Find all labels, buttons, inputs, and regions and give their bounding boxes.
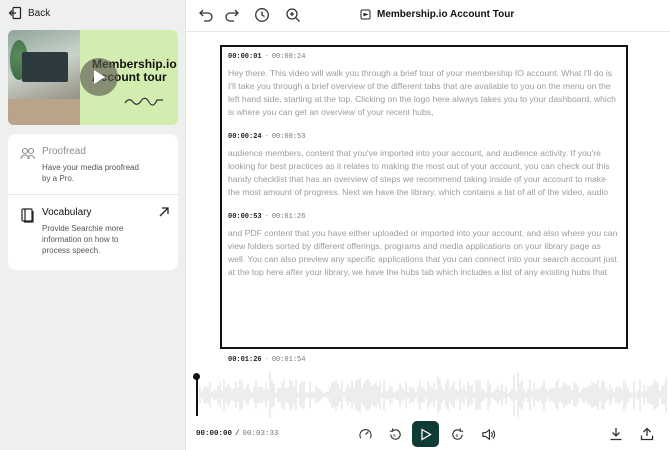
search-zoom-icon[interactable] bbox=[285, 7, 301, 23]
transcript-segment[interactable]: 00:00:53-00:01:26 and PDF content that y… bbox=[228, 213, 620, 279]
document-icon bbox=[360, 9, 371, 20]
proofread-option[interactable]: Proofread Have your media proofread by a… bbox=[8, 145, 178, 184]
sidebar: Back Membership.io Account tour Proofrea… bbox=[0, 0, 186, 450]
segment-timestamp: 00:00:53-00:01:26 bbox=[228, 213, 620, 221]
segment-timestamp: 00:00:01-00:00:24 bbox=[228, 53, 620, 61]
volume-icon bbox=[481, 428, 495, 440]
document-title-text: Membership.io Account Tour bbox=[377, 9, 515, 20]
playhead-handle[interactable] bbox=[193, 373, 200, 380]
segment-text[interactable]: audience members, content that you've im… bbox=[228, 147, 620, 199]
download-icon bbox=[610, 428, 622, 441]
back-button[interactable]: Back bbox=[8, 6, 50, 20]
play-icon bbox=[420, 427, 432, 441]
options-divider bbox=[8, 194, 178, 195]
segment-text[interactable]: and PDF content that you have either upl… bbox=[228, 227, 620, 279]
svg-text:5: 5 bbox=[455, 432, 458, 437]
rewind-button[interactable]: 5 bbox=[386, 425, 404, 443]
proofread-icon bbox=[20, 147, 36, 160]
current-time: 00:00:00 bbox=[196, 430, 233, 438]
proofread-description: Have your media proofread by a Pro. bbox=[42, 163, 139, 183]
segment-timestamp: 00:00:24-00:00:53 bbox=[228, 133, 620, 141]
history-icon[interactable] bbox=[254, 7, 270, 23]
forward-icon: 5 bbox=[451, 427, 463, 440]
transcript-segment[interactable]: 00:00:01-00:00:24 Hey there. This video … bbox=[228, 53, 620, 119]
download-button[interactable] bbox=[607, 425, 625, 443]
svg-text:5: 5 bbox=[393, 432, 396, 437]
time-separator: - bbox=[264, 356, 269, 364]
back-label: Back bbox=[28, 7, 51, 19]
undo-icon[interactable] bbox=[198, 7, 214, 23]
thumbnail-play-button[interactable] bbox=[80, 58, 118, 96]
video-thumbnail[interactable]: Membership.io Account tour bbox=[8, 30, 178, 125]
arrow-up-right-icon[interactable] bbox=[158, 206, 170, 218]
time-display: 00:00:00/00:03:33 bbox=[196, 430, 279, 438]
segment-start-time: 00:00:24 bbox=[228, 133, 262, 141]
share-icon bbox=[640, 427, 654, 441]
volume-button[interactable] bbox=[479, 425, 497, 443]
squiggle-icon bbox=[124, 97, 163, 106]
thumbnail-photo bbox=[8, 30, 80, 125]
vocabulary-icon bbox=[21, 208, 34, 223]
playhead-line[interactable] bbox=[196, 378, 198, 416]
segment-start-time: 00:00:53 bbox=[228, 213, 262, 221]
vocabulary-description: Provide Searchie more information on how… bbox=[42, 224, 124, 255]
segment-start-time: 00:01:26 bbox=[228, 356, 262, 364]
next-segment-timestamp: 00:01:26-00:01:54 bbox=[228, 356, 305, 364]
options-card: Proofread Have your media proofread by a… bbox=[8, 134, 178, 270]
rewind-icon: 5 bbox=[389, 427, 401, 440]
speed-icon bbox=[358, 428, 372, 439]
time-separator: - bbox=[264, 133, 269, 141]
segment-text[interactable]: Hey there. This video will walk you thro… bbox=[228, 67, 620, 119]
time-separator: - bbox=[264, 213, 269, 221]
share-button[interactable] bbox=[638, 425, 656, 443]
redo-icon[interactable] bbox=[224, 7, 240, 23]
transcript-panel[interactable]: 00:00:01-00:00:24 Hey there. This video … bbox=[220, 45, 628, 349]
editor-toolbar: Membership.io Account Tour bbox=[186, 0, 670, 32]
segment-end-time: 00:01:54 bbox=[271, 356, 306, 364]
back-arrow-icon bbox=[8, 6, 22, 20]
duration: 00:03:33 bbox=[242, 430, 279, 438]
segment-start-time: 00:00:01 bbox=[228, 53, 262, 61]
play-icon bbox=[94, 70, 105, 84]
time-slash: / bbox=[235, 430, 240, 438]
play-button[interactable] bbox=[412, 421, 439, 447]
playback-speed-button[interactable] bbox=[356, 425, 374, 443]
time-separator: - bbox=[264, 53, 269, 61]
segment-end-time: 00:00:53 bbox=[271, 133, 306, 141]
segment-end-time: 00:01:26 bbox=[271, 213, 306, 221]
proofread-title: Proofread bbox=[42, 146, 86, 157]
audio-waveform[interactable] bbox=[196, 372, 670, 418]
segment-end-time: 00:00:24 bbox=[271, 53, 306, 61]
document-title: Membership.io Account Tour bbox=[360, 9, 514, 20]
vocabulary-option[interactable]: Vocabulary Provide Searchie more informa… bbox=[8, 206, 178, 256]
forward-button[interactable]: 5 bbox=[448, 425, 466, 443]
transcript-segment[interactable]: 00:00:24-00:00:53 audience members, cont… bbox=[228, 133, 620, 199]
